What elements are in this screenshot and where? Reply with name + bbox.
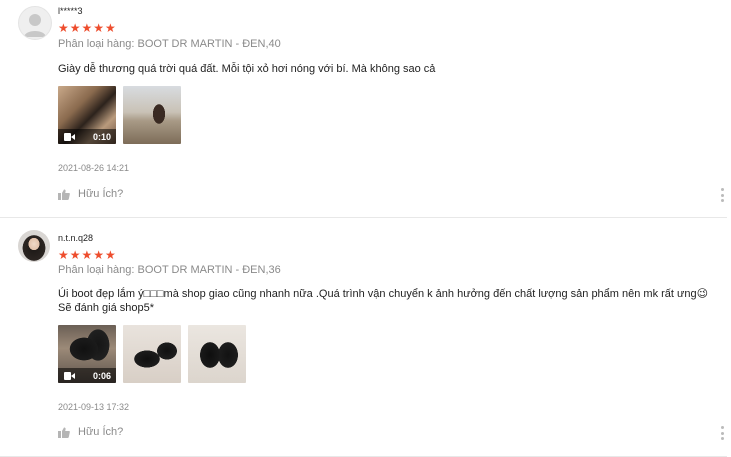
review-image-thumbnail[interactable] [123,325,181,383]
media-row: 0:06 [58,325,246,383]
video-camera-icon [64,132,75,141]
avatar-image [18,230,50,262]
video-duration: 0:10 [92,131,111,142]
user-placeholder-icon [24,14,46,37]
product-variant: Phân loại hàng: BOOT DR MARTIN - ĐEN,36 [58,264,281,276]
review-timestamp: 2021-08-26 14:21 [58,163,130,173]
reviewer-name[interactable]: n.t.n.q28 [58,233,93,243]
helpful-button[interactable]: Hữu Ích? [58,426,123,438]
avatar[interactable] [18,6,52,40]
more-vertical-icon[interactable] [719,188,725,202]
more-vertical-icon[interactable] [719,426,725,440]
reviewer-name[interactable]: l*****3 [58,6,83,16]
review-comment: Giày dễ thương quá trời quá đất. Mỗi tội… [58,63,436,75]
star-rating: ★★★★★ [58,21,117,35]
helpful-label: Hữu Ích? [78,426,124,438]
review-timestamp: 2021-09-13 17:32 [58,402,130,412]
product-variant: Phân loại hàng: BOOT DR MARTIN - ĐEN,40 [58,38,281,50]
video-bar: 0:06 [58,368,116,383]
review-video-thumbnail[interactable]: 0:10 [58,86,116,144]
avatar[interactable] [18,230,50,262]
star-rating: ★★★★★ [58,248,117,262]
review-image-thumbnail[interactable] [188,325,246,383]
review-comment-line: Sẽ đánh giá shop5* [58,302,155,314]
video-duration: 0:06 [92,370,111,381]
thumbs-up-icon [58,426,70,438]
review-item: l*****3 ★★★★★ Phân loại hàng: BOOT DR MA… [0,0,727,218]
review-comment: Úi boot đẹp lắm ý□□□mà shop giao cũng nh… [58,287,723,315]
video-bar: 0:10 [58,129,116,144]
review-image-thumbnail[interactable] [123,86,181,144]
media-row: 0:10 [58,86,181,144]
video-camera-icon [64,371,75,380]
thumbs-up-icon [58,188,70,200]
helpful-button[interactable]: Hữu Ích? [58,188,123,200]
review-comment-line: Úi boot đẹp lắm ý□□□mà shop giao cũng nh… [58,288,709,300]
helpful-label: Hữu Ích? [78,188,124,200]
review-video-thumbnail[interactable]: 0:06 [58,325,116,383]
review-item: n.t.n.q28 ★★★★★ Phân loại hàng: BOOT DR … [0,218,727,457]
